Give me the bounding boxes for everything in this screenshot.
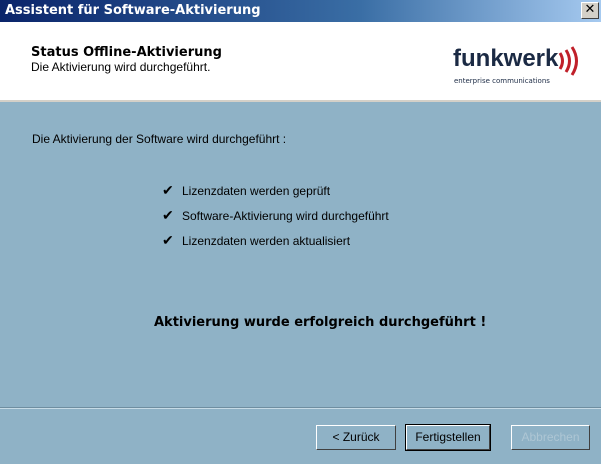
check-label: Lizenzdaten werden aktualisiert [182, 234, 351, 248]
close-icon: ✕ [584, 2, 596, 17]
page-title: Status Offline-Aktivierung [31, 45, 222, 60]
window-title: Assistent für Software-Aktivierung [5, 3, 261, 18]
activation-wizard-window: Assistent für Software-Aktivierung ✕ Sta… [0, 0, 601, 464]
back-button[interactable]: < Zurück [316, 425, 396, 450]
check-icon: ✔ [162, 232, 174, 248]
cancel-button[interactable]: Abbrechen [511, 425, 590, 450]
check-list: ✔ Lizenzdaten werden geprüft ✔ Software-… [162, 182, 389, 259]
check-label: Lizenzdaten werden geprüft [182, 184, 331, 198]
check-item: ✔ Software-Aktivierung wird durchgeführt [162, 207, 389, 234]
logo-waves-icon [558, 46, 578, 76]
intro-text: Die Aktivierung der Software wird durchg… [32, 132, 287, 146]
check-icon: ✔ [162, 182, 174, 198]
logo-wordmark: funkwerk [453, 45, 559, 72]
button-separator [0, 407, 601, 409]
logo-tagline: enterprise communications [454, 77, 550, 85]
check-label: Software-Aktivierung wird durchgeführt [182, 209, 389, 223]
title-bar[interactable]: Assistent für Software-Aktivierung ✕ [0, 0, 601, 22]
finish-button[interactable]: Fertigstellen [405, 424, 491, 451]
check-icon: ✔ [162, 207, 174, 223]
success-message: Aktivierung wurde erfolgreich durchgefüh… [154, 315, 487, 330]
close-button[interactable]: ✕ [581, 2, 599, 19]
page-subtitle: Die Aktivierung wird durchgeführt. [31, 60, 211, 74]
funkwerk-logo: funkwerk enterprise communications [453, 43, 583, 91]
check-item: ✔ Lizenzdaten werden geprüft [162, 182, 389, 209]
wizard-header: Status Offline-Aktivierung Die Aktivieru… [0, 22, 601, 102]
check-item: ✔ Lizenzdaten werden aktualisiert [162, 232, 389, 259]
